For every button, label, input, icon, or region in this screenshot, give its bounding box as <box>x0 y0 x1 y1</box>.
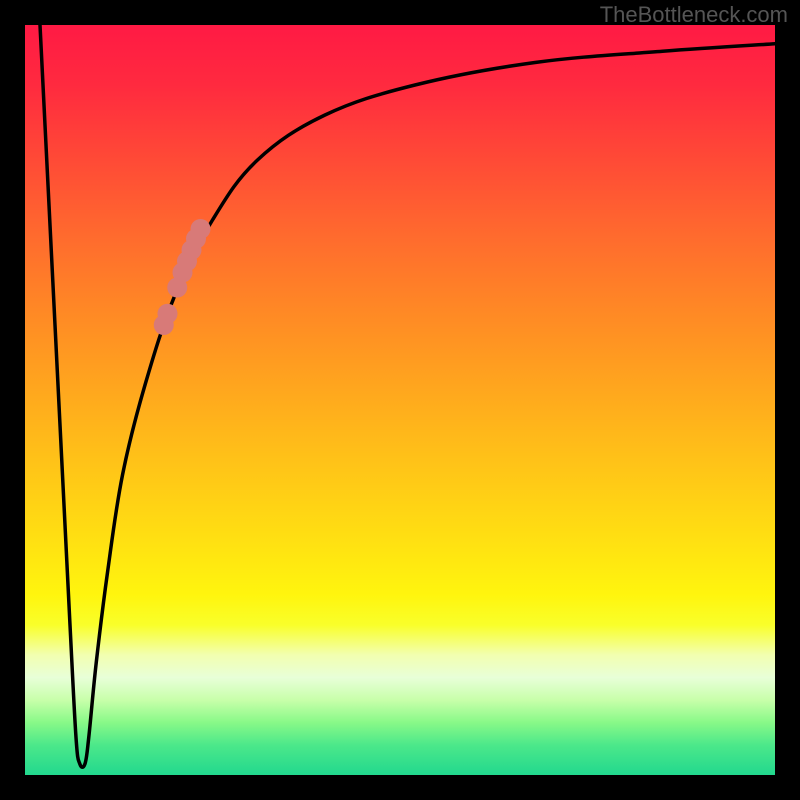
chart-curve-layer <box>25 25 775 775</box>
watermark-text: TheBottleneck.com <box>600 2 788 28</box>
highlight-points-group <box>154 219 211 335</box>
highlight-point <box>191 219 211 239</box>
bottleneck-curve <box>40 25 775 767</box>
chart-plot-area <box>25 25 775 775</box>
highlight-point <box>158 304 178 324</box>
